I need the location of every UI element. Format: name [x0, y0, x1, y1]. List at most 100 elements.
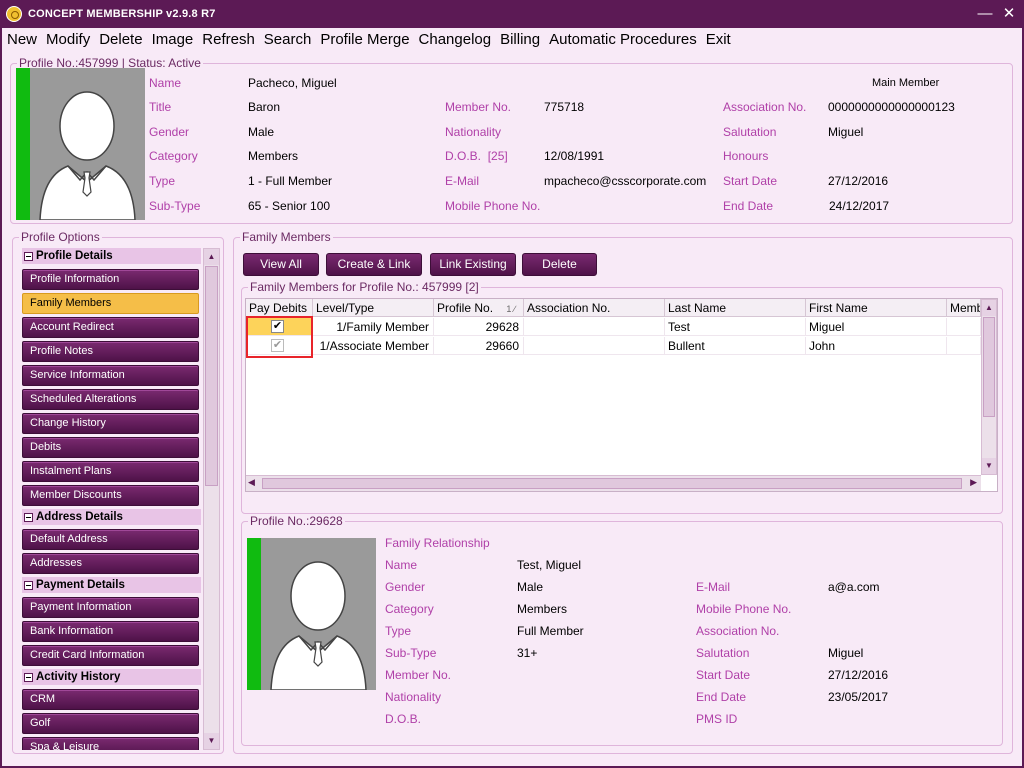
menu-new[interactable]: New	[7, 31, 37, 48]
collapse-icon[interactable]	[24, 251, 33, 261]
menu-refresh[interactable]: Refresh	[202, 31, 255, 48]
collapse-icon[interactable]	[24, 580, 33, 590]
label-member-dob: D.O.B.	[385, 712, 422, 726]
close-button[interactable]: ✕	[998, 4, 1020, 24]
sidebar-item-profile-information[interactable]: Profile Information	[22, 269, 199, 290]
label-start-date: Start Date	[723, 174, 778, 188]
col-profile-no[interactable]: Profile No. 1 ∕	[434, 299, 524, 317]
sidebar-item-family-members[interactable]: Family Members	[22, 293, 199, 314]
grid-horizontal-scrollbar[interactable]: ◀ ▶	[246, 475, 981, 491]
label-gender: Gender	[149, 125, 190, 139]
section-profile-details[interactable]: Profile Details	[22, 248, 201, 264]
sidebar-item-spa-leisure[interactable]: Spa & Leisure	[22, 737, 199, 750]
profile-photo[interactable]	[30, 68, 145, 220]
scroll-down-icon[interactable]: ▼	[204, 733, 219, 749]
menu-billing[interactable]: Billing	[500, 31, 540, 48]
row1-membership[interactable]	[947, 318, 981, 336]
label-type: Type	[149, 174, 176, 188]
col-membership[interactable]: Memb	[947, 299, 981, 317]
scroll-down-icon[interactable]: ▼	[982, 458, 996, 474]
family-members-grid: Pay Debits Level/Type Profile No. 1 ∕ As…	[245, 298, 998, 492]
row1-first-name[interactable]: Miguel	[806, 318, 947, 336]
label-dob: D.O.B. [25]	[445, 149, 508, 163]
menu-delete[interactable]: Delete	[99, 31, 142, 48]
sidebar-item-golf[interactable]: Golf	[22, 713, 199, 734]
scroll-thumb[interactable]	[205, 266, 218, 486]
sidebar-item-addresses[interactable]: Addresses	[22, 553, 199, 574]
row1-profile-no[interactable]: 29628	[434, 318, 524, 336]
label-member-association-no: Association No.	[696, 624, 780, 638]
link-existing-button[interactable]: Link Existing	[430, 253, 516, 276]
row2-association-no[interactable]	[524, 337, 665, 355]
sidebar-item-account-redirect[interactable]: Account Redirect	[22, 317, 199, 338]
row2-profile-no[interactable]: 29660	[434, 337, 524, 355]
scroll-left-icon[interactable]: ◀	[248, 477, 255, 488]
sidebar-item-bank-information[interactable]: Bank Information	[22, 621, 199, 642]
app-logo-icon	[6, 6, 22, 22]
label-end-date: End Date	[723, 199, 774, 213]
scroll-thumb[interactable]	[262, 478, 962, 489]
col-association-no[interactable]: Association No.	[524, 299, 665, 317]
scroll-up-icon[interactable]: ▲	[982, 300, 996, 316]
sidebar-item-instalment-plans[interactable]: Instalment Plans	[22, 461, 199, 482]
sidebar-item-member-discounts[interactable]: Member Discounts	[22, 485, 199, 506]
person-placeholder-icon	[270, 561, 367, 690]
collapse-icon[interactable]	[24, 512, 33, 522]
col-first-name[interactable]: First Name	[806, 299, 947, 317]
sidebar-item-debits[interactable]: Debits	[22, 437, 199, 458]
scroll-up-icon[interactable]: ▲	[204, 249, 219, 265]
profile-options-legend: Profile Options	[21, 230, 100, 244]
row1-last-name[interactable]: Test	[665, 318, 806, 336]
grid-vertical-scrollbar[interactable]: ▲ ▼	[981, 299, 997, 475]
delete-member-button[interactable]: Delete	[522, 253, 597, 276]
col-level-type[interactable]: Level/Type	[313, 299, 434, 317]
member-photo[interactable]	[261, 538, 376, 690]
menu-changelog[interactable]: Changelog	[419, 31, 492, 48]
sidebar-item-service-information[interactable]: Service Information	[22, 365, 199, 386]
scroll-right-icon[interactable]: ▶	[970, 477, 977, 488]
section-address-details[interactable]: Address Details	[22, 509, 201, 525]
menu-modify[interactable]: Modify	[46, 31, 90, 48]
menu-search[interactable]: Search	[264, 31, 312, 48]
row2-level-type[interactable]: 1/Associate Member	[313, 337, 434, 355]
sidebar-item-crm[interactable]: CRM	[22, 689, 199, 710]
title-bar: CONCEPT MEMBERSHIP v2.9.8 R7 — ✕	[0, 0, 1024, 28]
sidebar-item-change-history[interactable]: Change History	[22, 413, 199, 434]
dob-age: [25]	[487, 149, 508, 163]
menu-image[interactable]: Image	[152, 31, 194, 48]
value-email: mpacheco@csscorporate.com	[544, 174, 707, 188]
row1-level-type[interactable]: 1/Family Member	[313, 318, 434, 336]
sidebar-item-payment-information[interactable]: Payment Information	[22, 597, 199, 618]
menu-automatic-procedures[interactable]: Automatic Procedures	[549, 31, 697, 48]
minimize-button[interactable]: —	[974, 4, 996, 24]
create-link-button[interactable]: Create & Link	[326, 253, 422, 276]
sidebar-scrollbar[interactable]: ▲ ▼	[203, 248, 220, 750]
sidebar-item-scheduled-alterations[interactable]: Scheduled Alterations	[22, 389, 199, 410]
label-member-subtype: Sub-Type	[385, 646, 437, 660]
row2-membership[interactable]	[947, 337, 981, 355]
label-member-email: E-Mail	[696, 580, 731, 594]
menu-exit[interactable]: Exit	[706, 31, 731, 48]
row2-first-name[interactable]: John	[806, 337, 947, 355]
label-honours: Honours	[723, 149, 769, 163]
sidebar-item-credit-card-information[interactable]: Credit Card Information	[22, 645, 199, 666]
label-member-start-date: Start Date	[696, 668, 751, 682]
scroll-thumb[interactable]	[983, 317, 995, 417]
menu-profile-merge[interactable]: Profile Merge	[320, 31, 409, 48]
sidebar-item-profile-notes[interactable]: Profile Notes	[22, 341, 199, 362]
section-payment-details[interactable]: Payment Details	[22, 577, 201, 593]
sidebar-item-default-address[interactable]: Default Address	[22, 529, 199, 550]
menu-bar: New Modify Delete Image Refresh Search P…	[2, 28, 740, 50]
label-member-member-no: Member No.	[385, 668, 452, 682]
section-activity-history[interactable]: Activity History	[22, 669, 201, 685]
row2-last-name[interactable]: Bullent	[665, 337, 806, 355]
pay-debits-highlight	[246, 316, 313, 358]
view-all-button[interactable]: View All	[243, 253, 319, 276]
col-last-name[interactable]: Last Name	[665, 299, 806, 317]
label-name: Name	[149, 76, 182, 90]
label-member-salutation: Salutation	[696, 646, 750, 660]
value-type: 1 - Full Member	[248, 174, 333, 188]
collapse-icon[interactable]	[24, 672, 33, 682]
col-pay-debits[interactable]: Pay Debits	[246, 299, 313, 317]
row1-association-no[interactable]	[524, 318, 665, 336]
